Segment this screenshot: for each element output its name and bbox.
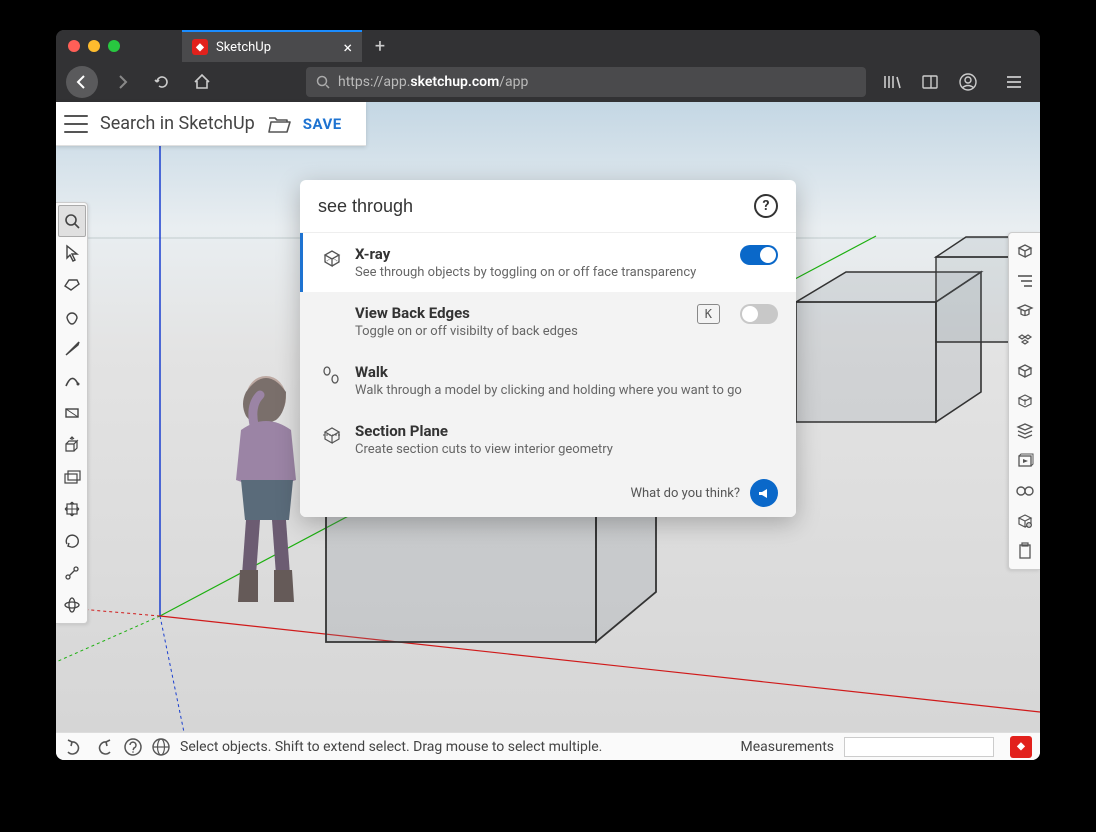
help-button[interactable]: ? <box>754 194 778 218</box>
result-title: X-ray <box>355 245 728 263</box>
tool-rotate[interactable] <box>58 525 86 557</box>
feedback-label: What do you think? <box>630 486 740 501</box>
panel-outliner[interactable] <box>1012 266 1038 296</box>
right-toolbar <box>1008 232 1040 570</box>
sketchup-logo-icon[interactable]: ◆ <box>1010 736 1032 758</box>
panel-materials[interactable] <box>1012 356 1038 386</box>
footsteps-icon <box>321 365 343 387</box>
browser-navbar: https://app.sketchup.com/app <box>56 62 1040 102</box>
search-results: X-ray See through objects by toggling on… <box>300 233 796 469</box>
panel-tags[interactable] <box>1012 386 1038 416</box>
tool-search[interactable] <box>58 205 86 237</box>
search-placeholder[interactable]: Search in SketchUp <box>100 113 255 134</box>
left-toolbar <box>56 202 88 624</box>
search-result-back-edges[interactable]: View Back Edges Toggle on or off visibil… <box>300 292 796 351</box>
search-panel: ? X-ray See through objects by toggling … <box>300 180 796 517</box>
result-desc: Toggle on or off visibilty of back edges <box>355 324 685 339</box>
tool-paint[interactable] <box>58 301 86 333</box>
search-icon <box>316 75 330 89</box>
url-text: https://app.sketchup.com/app <box>338 74 528 90</box>
tool-orbit[interactable] <box>58 589 86 621</box>
measurements-input[interactable] <box>844 737 994 757</box>
feedback-button[interactable] <box>750 479 778 507</box>
canvas-viewport[interactable]: ? X-ray See through objects by toggling … <box>56 102 1040 732</box>
menu-button[interactable] <box>64 115 88 133</box>
shortcut-key: K <box>697 304 720 324</box>
xray-toggle[interactable] <box>740 245 778 265</box>
section-plane-icon <box>321 424 343 446</box>
search-box: ? <box>300 180 796 233</box>
help-icon[interactable] <box>124 738 142 756</box>
account-icon[interactable] <box>952 66 984 98</box>
blank-icon <box>321 306 343 328</box>
nav-forward-button[interactable] <box>106 66 138 98</box>
save-button[interactable]: SAVE <box>303 115 342 133</box>
tool-move[interactable] <box>58 493 86 525</box>
folder-open-icon[interactable] <box>267 114 291 134</box>
panel-layers[interactable] <box>1012 416 1038 446</box>
redo-button[interactable] <box>94 739 114 755</box>
panel-clipboard[interactable] <box>1012 536 1038 566</box>
result-title: View Back Edges <box>355 304 685 322</box>
tool-arc[interactable] <box>58 365 86 397</box>
browser-window: ◆ SketchUp × + https://app.sketchup.com/… <box>56 30 1040 760</box>
tool-eraser[interactable] <box>58 269 86 301</box>
menu-icon[interactable] <box>998 66 1030 98</box>
panel-scenes[interactable] <box>1012 446 1038 476</box>
app-header: Search in SketchUp SAVE <box>56 102 366 146</box>
search-panel-footer: What do you think? <box>300 469 796 517</box>
status-hint: Select objects. Shift to extend select. … <box>180 739 602 755</box>
tool-offset[interactable] <box>58 461 86 493</box>
window-maximize-button[interactable] <box>108 40 120 52</box>
sidebar-icon[interactable] <box>914 66 946 98</box>
search-result-xray[interactable]: X-ray See through objects by toggling on… <box>300 233 796 292</box>
tool-select[interactable] <box>58 237 86 269</box>
tool-pushpull[interactable] <box>58 429 86 461</box>
result-desc: Create section cuts to view interior geo… <box>355 442 778 457</box>
sketchup-favicon-icon: ◆ <box>192 39 208 55</box>
nav-back-button[interactable] <box>66 66 98 98</box>
tab-close-button[interactable]: × <box>343 38 352 57</box>
panel-display[interactable] <box>1012 476 1038 506</box>
browser-tab[interactable]: ◆ SketchUp × <box>182 30 362 62</box>
panel-instructor[interactable] <box>1012 296 1038 326</box>
tab-title: SketchUp <box>216 40 271 55</box>
window-minimize-button[interactable] <box>88 40 100 52</box>
measurements-label: Measurements <box>741 739 834 755</box>
new-tab-button[interactable]: + <box>366 32 394 60</box>
library-icon[interactable] <box>876 66 908 98</box>
search-input[interactable] <box>318 196 754 217</box>
xray-icon <box>321 247 343 269</box>
tool-rectangle[interactable] <box>58 397 86 429</box>
back-edges-toggle[interactable] <box>740 304 778 324</box>
undo-button[interactable] <box>64 739 84 755</box>
url-bar[interactable]: https://app.sketchup.com/app <box>306 67 866 97</box>
panel-3dwarehouse[interactable] <box>1012 506 1038 536</box>
result-desc: Walk through a model by clicking and hol… <box>355 383 778 398</box>
window-close-button[interactable] <box>68 40 80 52</box>
result-title: Section Plane <box>355 422 778 440</box>
result-desc: See through objects by toggling on or of… <box>355 265 728 280</box>
panel-entity-info[interactable] <box>1012 236 1038 266</box>
nav-home-button[interactable] <box>186 66 218 98</box>
language-icon[interactable] <box>152 738 170 756</box>
status-bar: Select objects. Shift to extend select. … <box>56 732 1040 760</box>
tool-tape[interactable] <box>58 557 86 589</box>
search-result-section-plane[interactable]: Section Plane Create section cuts to vie… <box>300 410 796 469</box>
nav-reload-button[interactable] <box>146 66 178 98</box>
tool-line[interactable] <box>58 333 86 365</box>
panel-components[interactable] <box>1012 326 1038 356</box>
search-result-walk[interactable]: Walk Walk through a model by clicking an… <box>300 351 796 410</box>
titlebar: ◆ SketchUp × + <box>56 30 1040 62</box>
window-controls <box>68 40 120 52</box>
result-title: Walk <box>355 363 778 381</box>
